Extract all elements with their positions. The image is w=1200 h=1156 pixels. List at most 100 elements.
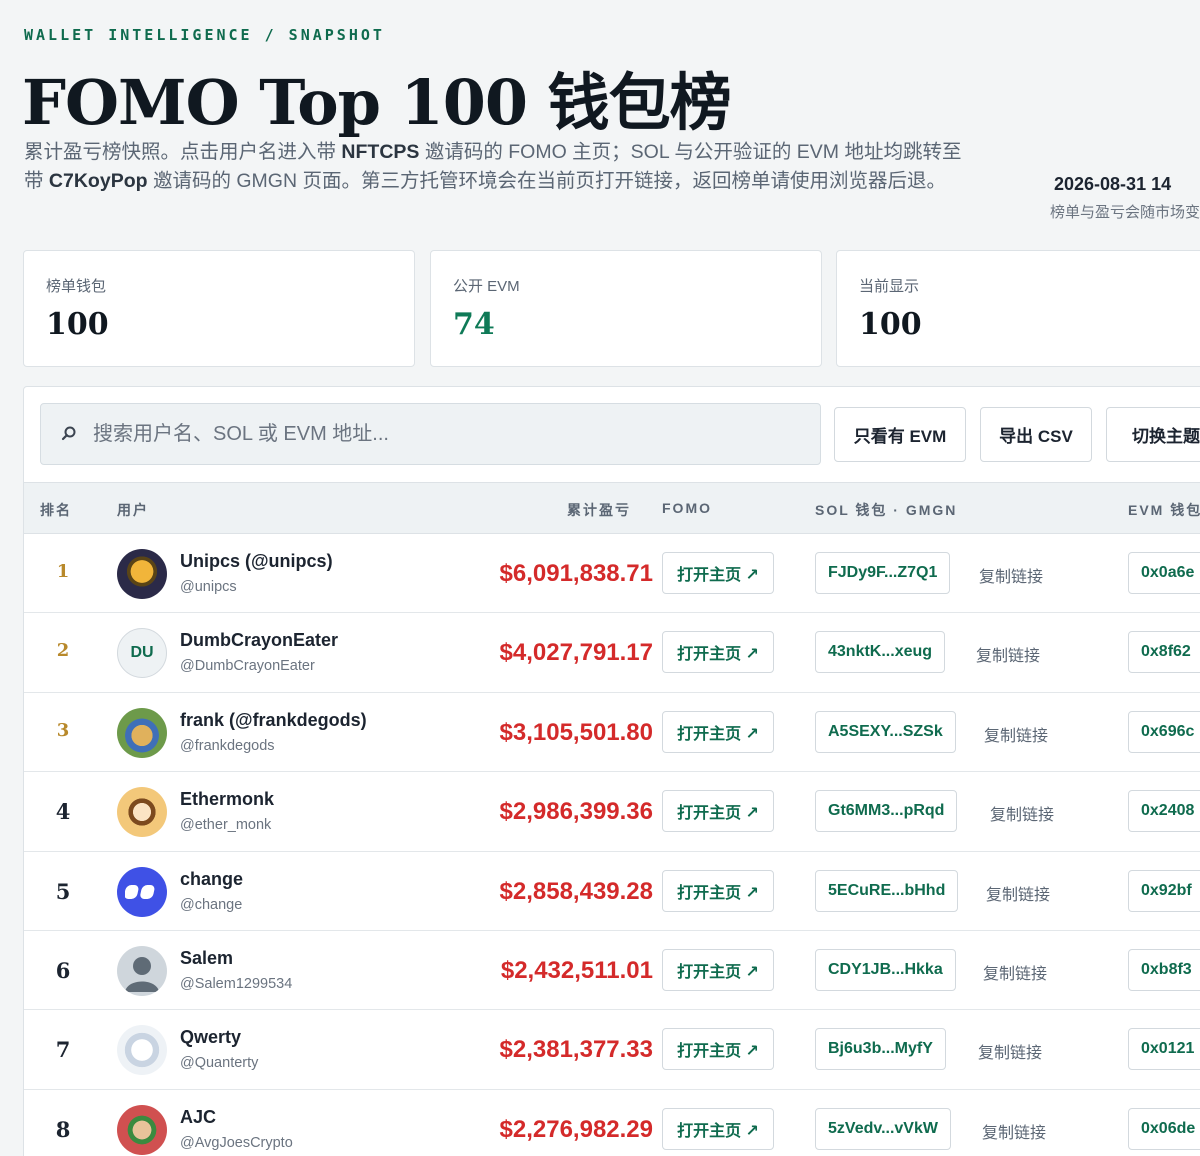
- pnl-value: $2,858,439.28: [499, 877, 653, 905]
- table-row: 1 Unipcs (@unipcs) @unipcs $6,091,838.71…: [24, 534, 1200, 614]
- open-fomo-profile-button[interactable]: 打开主页 ↗: [662, 1028, 774, 1071]
- user-handle: @Quanterty: [180, 1055, 259, 1072]
- avatar: [117, 1104, 167, 1155]
- stat-label: 当前显示: [859, 278, 920, 295]
- evm-wallet-link[interactable]: 0x2408: [1128, 790, 1200, 833]
- stat-card-shown: 当前显示 100: [836, 250, 1200, 367]
- avatar: [117, 946, 167, 996]
- copy-link-button[interactable]: 复制链接: [986, 881, 1050, 905]
- user-handle: @frankdegods: [180, 737, 275, 754]
- sol-wallet-link[interactable]: 43nktK...xeug: [815, 631, 946, 674]
- table-header: 排名 用户 累计盈亏 FOMO SOL 钱包 · GMGN EVM 钱包: [24, 482, 1200, 534]
- user-handle: @AvgJoesCrypto: [180, 1134, 293, 1151]
- col-pnl[interactable]: 累计盈亏: [567, 500, 631, 520]
- evm-wallet-link[interactable]: 0x696c: [1128, 710, 1200, 753]
- search-box[interactable]: [40, 403, 821, 465]
- evm-wallet-link[interactable]: 0x0121: [1128, 1028, 1200, 1071]
- avatar-initials: DU: [130, 644, 154, 662]
- avatar: [117, 866, 167, 917]
- invite-code-fomo: NFTCPS: [341, 141, 420, 163]
- sol-wallet-link[interactable]: FJDy9F...Z7Q1: [815, 552, 951, 594]
- search-input[interactable]: [93, 422, 793, 446]
- stat-label: 榜单钱包: [46, 278, 107, 295]
- user-name-link[interactable]: Ethermonk: [180, 789, 274, 810]
- table-row: 4 Ethermonk @ether_monk $2,986,399.36 打开…: [24, 772, 1200, 852]
- rank-number: 1: [56, 561, 70, 582]
- sol-wallet-link[interactable]: 5ECuRE...bHhd: [815, 869, 959, 912]
- avatar: [117, 707, 167, 758]
- user-name-link[interactable]: frank (@frankdegods): [180, 710, 367, 731]
- open-fomo-profile-button[interactable]: 打开主页 ↗: [662, 869, 774, 912]
- toggle-theme-button[interactable]: 切换主题: [1106, 407, 1200, 462]
- evm-wallet-link[interactable]: 0x06de: [1128, 1107, 1200, 1150]
- evm-wallet-link[interactable]: 0x8f62: [1128, 631, 1200, 674]
- open-fomo-profile-button[interactable]: 打开主页 ↗: [662, 1107, 774, 1150]
- snapshot-note: 榜单与盈亏会随市场变: [1050, 204, 1200, 221]
- leaderboard-panel: 只看有 EVM 导出 CSV 切换主题 排名 用户 累计盈亏 FOMO SOL …: [23, 386, 1200, 1156]
- evm-wallet-link[interactable]: 0x92bf: [1128, 869, 1200, 912]
- sol-wallet-link[interactable]: 5zVedv...vVkW: [815, 1107, 951, 1150]
- stat-label: 公开 EVM: [453, 278, 520, 295]
- user-handle: @ether_monk: [180, 817, 272, 834]
- col-user[interactable]: 用户: [117, 500, 149, 520]
- pnl-value: $2,276,982.29: [499, 1115, 653, 1143]
- search-icon: [59, 424, 79, 444]
- user-name-link[interactable]: Salem: [180, 948, 233, 969]
- copy-link-button[interactable]: 复制链接: [990, 801, 1054, 825]
- desc-text-3: 邀请码的 GMGN 页面。第三方托管环境会在当前页打开链接，返回榜单请使用浏览器…: [147, 170, 946, 192]
- user-name-link[interactable]: DumbCrayonEater: [180, 630, 338, 651]
- page-title: FOMO Top 100 钱包榜: [22, 66, 732, 139]
- user-handle: @Salem1299534: [180, 976, 293, 992]
- open-fomo-profile-button[interactable]: 打开主页 ↗: [662, 949, 774, 991]
- open-fomo-profile-button[interactable]: 打开主页 ↗: [662, 790, 774, 833]
- table-row: 2 DU DumbCrayonEater @DumbCrayonEater $4…: [24, 613, 1200, 693]
- col-rank[interactable]: 排名: [40, 500, 72, 520]
- stat-card-evm: 公开 EVM 74: [430, 250, 822, 367]
- export-csv-button[interactable]: 导出 CSV: [980, 407, 1092, 462]
- pnl-value: $2,432,511.01: [500, 957, 653, 984]
- sol-wallet-link[interactable]: CDY1JB...Hkka: [815, 949, 956, 991]
- invite-code-gmgn: C7KoyPop: [48, 170, 148, 192]
- evm-wallet-link[interactable]: 0xb8f3: [1128, 949, 1200, 991]
- rank-number: 4: [55, 799, 71, 825]
- rank-number: 8: [55, 1116, 71, 1142]
- col-fomo: FOMO: [662, 500, 712, 516]
- evm-wallet-link[interactable]: 0x0a6e: [1128, 552, 1200, 594]
- table-row: 6 Salem @Salem1299534 $2,432,511.01 打开主页…: [24, 931, 1200, 1011]
- table-row: 7 Qwerty @Quanterty $2,381,377.33 打开主页 ↗…: [24, 1010, 1200, 1090]
- snapshot-date: 2026-08-31 14: [1054, 174, 1172, 194]
- avatar: [117, 1025, 167, 1076]
- copy-link-button[interactable]: 复制链接: [978, 1039, 1042, 1063]
- sol-wallet-link[interactable]: Bj6u3b...MyfY: [815, 1028, 946, 1071]
- user-handle: @DumbCrayonEater: [180, 658, 315, 675]
- evm-only-button[interactable]: 只看有 EVM: [834, 407, 966, 462]
- pnl-value: $6,091,838.71: [499, 560, 653, 587]
- table-row: 3 frank (@frankdegods) @frankdegods $3,1…: [24, 693, 1200, 773]
- copy-link-button[interactable]: 复制链接: [984, 722, 1048, 746]
- user-name-link[interactable]: Unipcs (@unipcs): [180, 551, 333, 572]
- user-name-link[interactable]: Qwerty: [180, 1027, 241, 1048]
- user-name-link[interactable]: AJC: [180, 1107, 216, 1128]
- rank-number: 6: [55, 958, 71, 983]
- sol-wallet-link[interactable]: A5SEXY...SZSk: [815, 710, 956, 753]
- open-fomo-profile-button[interactable]: 打开主页 ↗: [662, 552, 774, 594]
- copy-link-button[interactable]: 复制链接: [976, 642, 1040, 666]
- avatar: [117, 549, 167, 599]
- copy-link-button[interactable]: 复制链接: [982, 1119, 1046, 1143]
- rank-number: 5: [55, 878, 71, 904]
- open-fomo-profile-button[interactable]: 打开主页 ↗: [662, 710, 774, 753]
- user-handle: @unipcs: [180, 579, 237, 595]
- copy-link-button[interactable]: 复制链接: [979, 563, 1043, 587]
- copy-link-button[interactable]: 复制链接: [983, 960, 1047, 984]
- table-row: 5 change @change $2,858,439.28 打开主页 ↗ 5E…: [24, 852, 1200, 931]
- rank-number: 2: [56, 640, 70, 662]
- rank-number: 7: [55, 1037, 71, 1063]
- stat-card-total: 榜单钱包 100: [23, 250, 415, 367]
- user-name-link[interactable]: change: [180, 869, 243, 890]
- pnl-value: $2,381,377.33: [499, 1036, 653, 1064]
- eyebrow: WALLET INTELLIGENCE / SNAPSHOT: [24, 26, 385, 44]
- pnl-value: $2,986,399.36: [499, 798, 653, 826]
- sol-wallet-link[interactable]: Gt6MM3...pRqd: [815, 790, 958, 833]
- open-fomo-profile-button[interactable]: 打开主页 ↗: [662, 631, 774, 674]
- stat-value: 100: [859, 307, 922, 342]
